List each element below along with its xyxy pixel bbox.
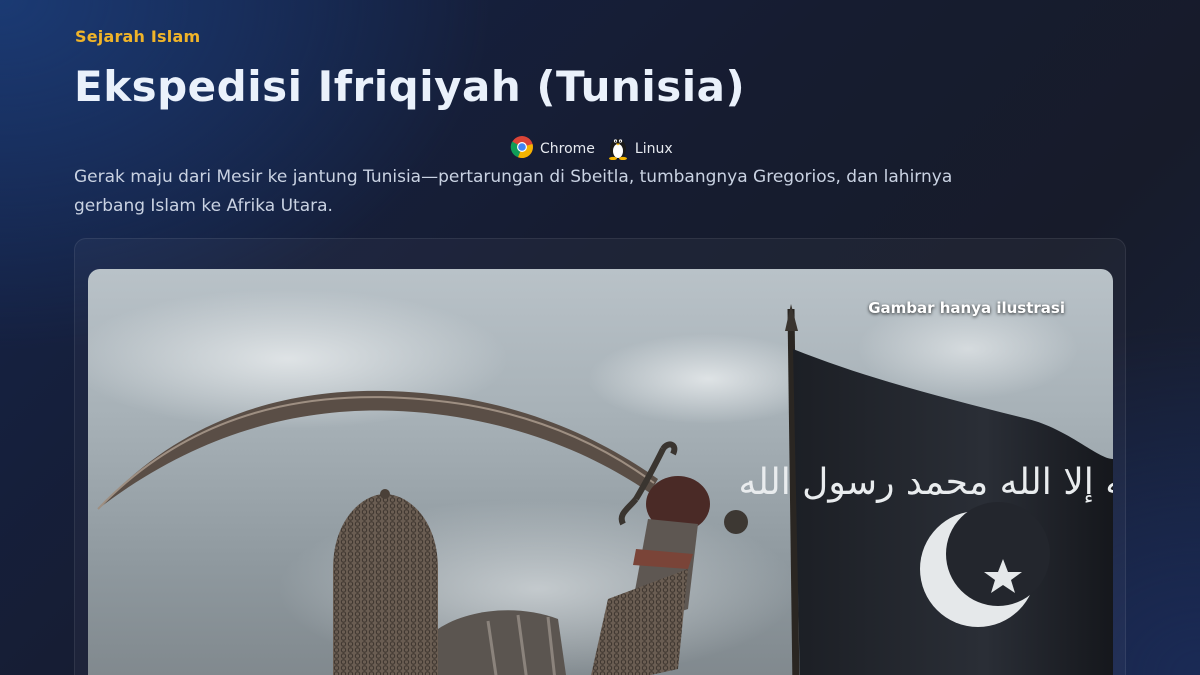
image-caption: Gambar hanya ilustrasi [868, 299, 1065, 317]
chrome-icon [510, 135, 534, 163]
env-linux-label: Linux [634, 141, 673, 157]
env-chrome: Chrome [510, 135, 595, 163]
category-label[interactable]: Sejarah Islam [75, 27, 200, 46]
hero-image[interactable]: لا إله إلا الله محمد رسول الله Gambar ha… [88, 269, 1113, 675]
hero-illustration: لا إله إلا الله محمد رسول الله [88, 289, 1113, 675]
linux-tux-icon [607, 134, 629, 164]
lead-paragraph: Gerak maju dari Mesir ke jantung Tunisia… [74, 167, 953, 216]
flag-shahada-text: لا إله إلا الله محمد رسول الله [739, 462, 1113, 503]
env-linux: Linux [607, 134, 673, 164]
env-chrome-label: Chrome [540, 141, 595, 157]
page-title: Ekspedisi Ifriqiyah (Tunisia) [74, 62, 746, 111]
environment-badges: Chrome Linux [510, 134, 673, 164]
